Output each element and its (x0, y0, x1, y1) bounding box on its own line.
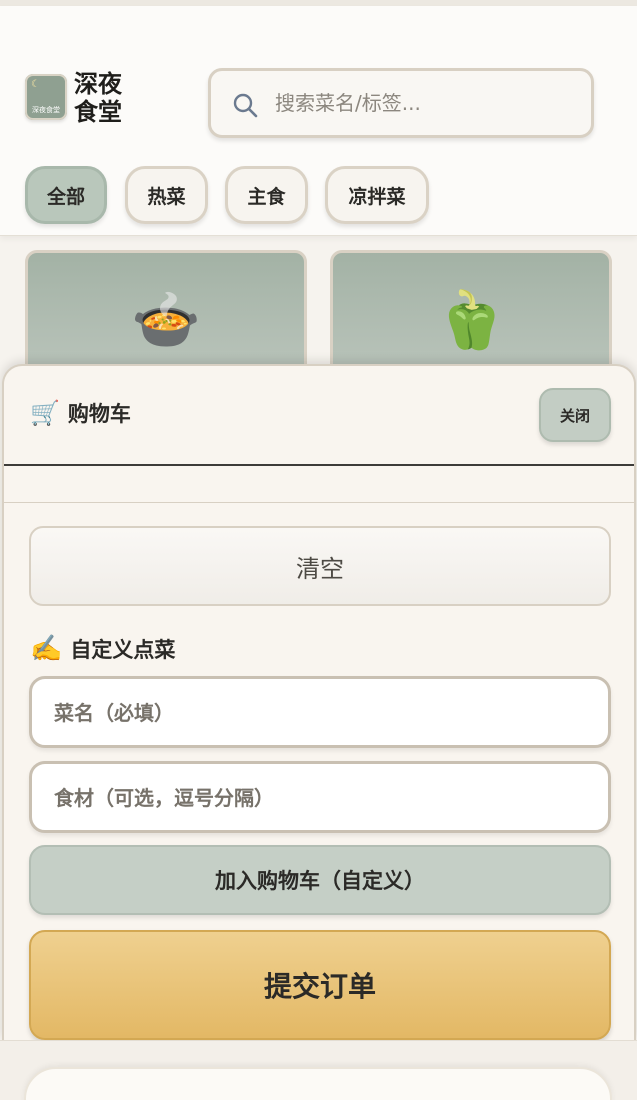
category-tab-staple[interactable]: 主食 (225, 166, 308, 224)
search-input[interactable] (275, 81, 575, 125)
cart-sheet: 🛒 购物车 关闭 清空 ✍️ 自定义点菜 加入购物车（自定义） 提交订单 (2, 364, 636, 1040)
logo-text: 深夜食堂 (32, 106, 60, 114)
soup-bowl-icon: 🍲 (131, 288, 201, 353)
dish-name-input[interactable] (54, 693, 584, 733)
divider (4, 464, 634, 466)
bottom-panel (24, 1067, 612, 1100)
brand-title: 深夜 食堂 (74, 70, 134, 126)
category-tab-hot-dishes[interactable]: 热菜 (125, 166, 208, 224)
close-button[interactable]: 关闭 (539, 388, 611, 442)
search-box[interactable] (208, 68, 594, 138)
shopping-cart-icon: 🛒 (30, 399, 60, 427)
bottom-bar (0, 1040, 637, 1100)
ingredients-input[interactable] (54, 778, 584, 818)
moon-icon: ☾ (31, 79, 40, 90)
category-tab-all[interactable]: 全部 (25, 166, 107, 224)
search-icon (233, 93, 258, 118)
bell-pepper-icon: 🫑 (436, 288, 506, 353)
ingredients-field[interactable] (29, 761, 611, 833)
cart-title: 🛒 购物车 (30, 398, 131, 428)
app-logo[interactable]: ☾ 深夜食堂 (25, 74, 67, 120)
brand-line-2: 食堂 (74, 98, 122, 126)
brand-line-1: 深夜 (74, 70, 122, 98)
add-custom-to-cart-button[interactable]: 加入购物车（自定义） (29, 845, 611, 915)
dish-name-field[interactable] (29, 676, 611, 748)
writing-hand-icon: ✍️ (30, 634, 63, 664)
divider (4, 502, 634, 503)
clear-cart-button[interactable]: 清空 (29, 526, 611, 606)
category-tab-cold-dishes[interactable]: 凉拌菜 (325, 166, 429, 224)
custom-order-label: 自定义点菜 (70, 638, 176, 662)
cart-title-label: 购物车 (67, 402, 131, 426)
custom-order-title: ✍️ 自定义点菜 (30, 634, 175, 664)
app-header: ☾ 深夜食堂 深夜 食堂 全部 热菜 主食 凉拌菜 (0, 6, 637, 236)
submit-order-button[interactable]: 提交订单 (29, 930, 611, 1040)
